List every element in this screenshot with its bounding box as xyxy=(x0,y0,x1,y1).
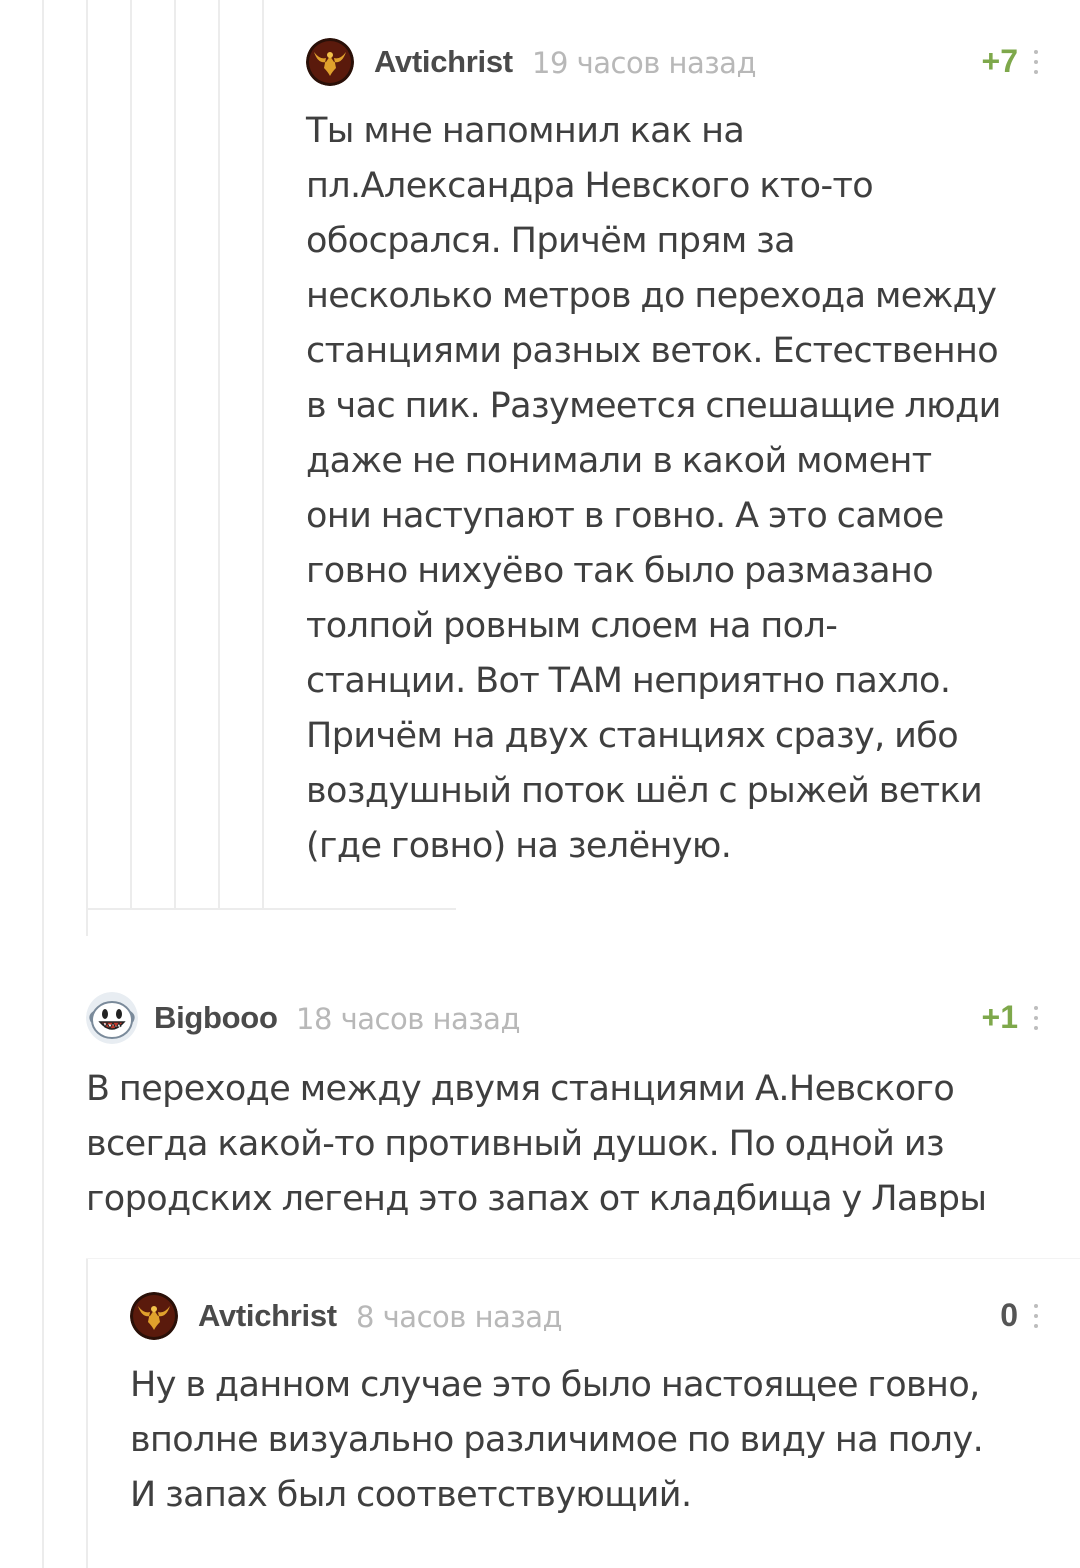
comment-author[interactable]: Avtichrist xyxy=(198,1298,337,1334)
thread-end-line xyxy=(86,908,456,910)
comment-avtichrist-1: Avtichrist 19 часов назад +7 Ты мне напо… xyxy=(306,32,1066,874)
thread-line-level-3 xyxy=(130,0,132,908)
comment-rating: +1 xyxy=(981,999,1018,1035)
comment-text: В переходе между двумя станциями А.Невск… xyxy=(86,1069,987,1219)
comment-author[interactable]: Bigbooo xyxy=(154,1000,278,1036)
thread-line-level-1 xyxy=(42,0,44,1568)
comment-time: 18 часов назад xyxy=(296,1002,521,1036)
boo-ghost-icon xyxy=(86,992,138,1044)
more-options-icon[interactable] xyxy=(1030,1002,1042,1038)
comment-avtichrist-2: Avtichrist 8 часов назад 0 Ну в данном с… xyxy=(130,1286,1066,1523)
thread-line-level-6 xyxy=(262,0,264,908)
golden-eagle-emblem-icon xyxy=(306,38,354,86)
avatar[interactable] xyxy=(130,1292,178,1340)
comment-author[interactable]: Avtichrist xyxy=(374,44,513,80)
more-options-icon[interactable] xyxy=(1030,46,1042,82)
thread-line-level-4 xyxy=(174,0,176,908)
golden-eagle-emblem-icon xyxy=(130,1292,178,1340)
comment-text: Ты мне напомнил как на пл.Александра Нев… xyxy=(306,111,1001,866)
avatar[interactable] xyxy=(86,992,138,1044)
comment-header: Bigbooo 18 часов назад +1 xyxy=(86,988,1066,1048)
comment-time: 8 часов назад xyxy=(356,1300,563,1334)
comment-header: Avtichrist 8 часов назад 0 xyxy=(130,1286,1066,1346)
thread-separator-line xyxy=(86,1258,1080,1259)
comment-time: 19 часов назад xyxy=(532,46,757,80)
reply-thread-line xyxy=(86,1258,88,1568)
comment-text: Ну в данном случае это было настоящее го… xyxy=(130,1365,984,1515)
avatar[interactable] xyxy=(306,38,354,86)
comment-rating: 0 xyxy=(1000,1297,1018,1333)
thread-line-level-2 xyxy=(86,0,88,936)
more-options-icon[interactable] xyxy=(1030,1300,1042,1336)
comment-bigbooo: Bigbooo 18 часов назад +1 В переходе меж… xyxy=(86,988,1066,1227)
comment-rating: +7 xyxy=(981,43,1018,79)
comment-header: Avtichrist 19 часов назад +7 xyxy=(306,32,1066,92)
thread-line-level-5 xyxy=(218,0,220,908)
